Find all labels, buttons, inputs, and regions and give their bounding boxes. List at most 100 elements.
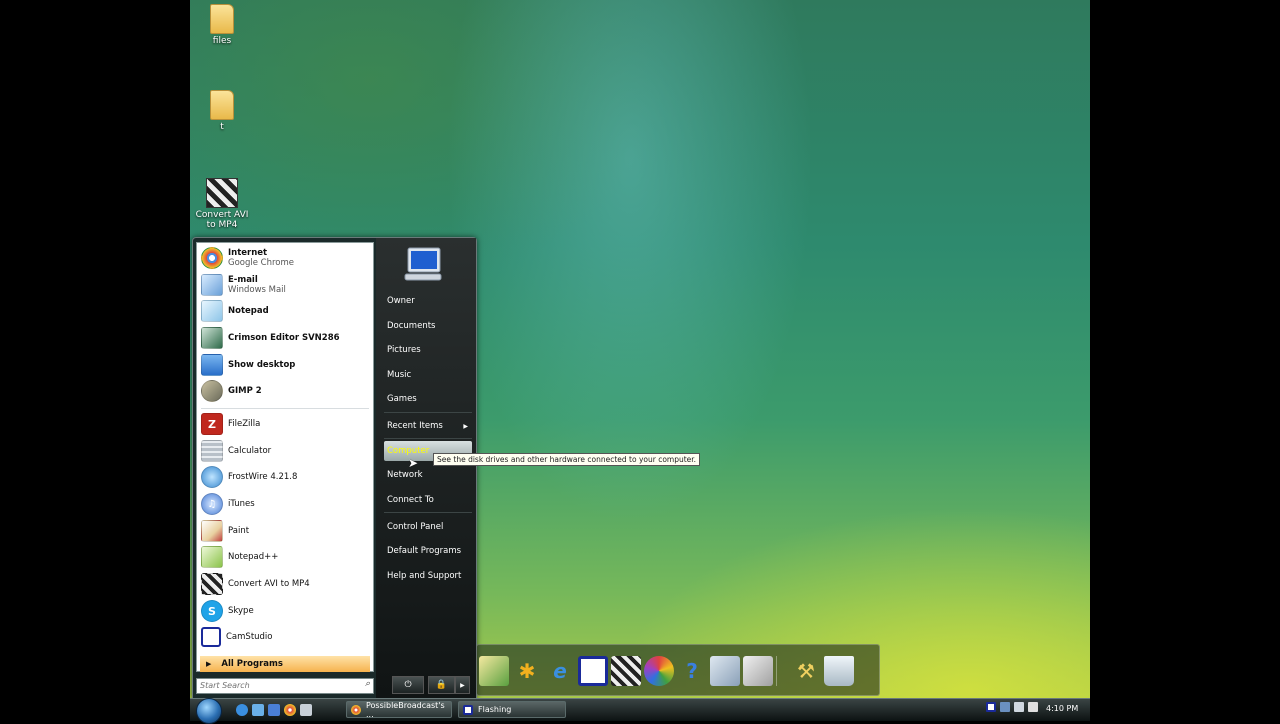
desktop-icon-label: files (212, 36, 232, 46)
chrome-icon (351, 704, 361, 715)
clapperboard-icon[interactable] (611, 656, 641, 686)
desktop-icon-label: t (220, 122, 224, 132)
recent-item-skype[interactable]: S Skype (201, 599, 371, 623)
triangle-right-icon: ▶ (206, 660, 212, 668)
ie-quicklaunch-icon[interactable] (236, 704, 248, 716)
start-orb-button[interactable] (196, 698, 222, 724)
task-label: Flashing (478, 705, 512, 714)
hammer-icon[interactable]: ⚒ (791, 656, 821, 686)
chrome-quicklaunch-icon[interactable] (284, 704, 296, 716)
places-item-music[interactable]: Music (384, 365, 472, 385)
frostwire-icon (201, 466, 223, 488)
places-item-network[interactable]: Network (384, 465, 472, 485)
pinwheel-icon[interactable] (644, 656, 674, 686)
places-item-connect-to[interactable]: Connect To (384, 490, 472, 510)
places-label: Music (387, 370, 412, 380)
places-item-help-support[interactable]: Help and Support (384, 566, 472, 586)
mail-icon (201, 274, 223, 296)
pinned-item-email[interactable]: E-mail Windows Mail (201, 273, 371, 297)
lock-button[interactable]: 🔒 (428, 676, 455, 694)
aim-runner-icon[interactable]: ✱ (512, 656, 542, 686)
places-item-documents[interactable]: Documents (384, 316, 472, 336)
item-sub: Windows Mail (228, 285, 286, 295)
start-search-box[interactable]: ⌕ (196, 678, 374, 694)
recent-item-notepadpp[interactable]: Notepad++ (201, 545, 371, 569)
taskbar-button-chrome[interactable]: PossibleBroadcast's ... (346, 700, 452, 719)
places-label: Network (387, 470, 423, 480)
places-label: Default Programs (387, 546, 462, 556)
item-name: Notepad (228, 306, 269, 316)
triangle-right-icon: ▶ (463, 422, 468, 430)
skype-icon: S (201, 600, 223, 622)
itunes-icon: ♫ (201, 493, 223, 515)
places-item-games[interactable]: Games (384, 389, 472, 409)
shutdown-options-button[interactable]: ▶ (454, 676, 470, 694)
desktop-icon-convert-avi[interactable]: Convert AVI to MP4 (192, 178, 252, 230)
letterbox-left (0, 0, 190, 720)
places-item-default-programs[interactable]: Default Programs (384, 541, 472, 561)
power-button[interactable]: ⏻ (392, 676, 425, 694)
recent-item-itunes[interactable]: ♫ iTunes (201, 492, 371, 516)
taskbar-button-flashing[interactable]: Flashing (458, 701, 566, 718)
recent-item-frostwire[interactable]: FrostWire 4.21.8 (201, 465, 371, 489)
camstudio-icon (201, 627, 221, 647)
places-item-recent-items[interactable]: Recent Items ▶ (384, 416, 472, 436)
all-programs-button[interactable]: ▶ All Programs (200, 656, 370, 672)
item-name: iTunes (228, 499, 255, 509)
help-icon[interactable]: ? (677, 656, 707, 686)
places-item-control-panel[interactable]: Control Panel (384, 517, 472, 537)
item-name: Internet (228, 248, 268, 258)
item-name: Crimson Editor SVN286 (228, 333, 340, 343)
notepad-icon (201, 300, 223, 322)
item-name: FrostWire 4.21.8 (228, 472, 298, 482)
volume-tray-icon[interactable] (1028, 702, 1038, 712)
item-name: E-mail (228, 275, 258, 285)
tools-icon[interactable] (743, 656, 773, 686)
pinned-item-notepad[interactable]: Notepad (201, 299, 371, 323)
recycle-quicklaunch-icon[interactable] (300, 704, 312, 716)
places-label: Pictures (387, 345, 421, 355)
pinned-item-show-desktop[interactable]: Show desktop (201, 353, 371, 377)
switch-windows-quicklaunch-icon[interactable] (268, 704, 280, 716)
pinned-item-gimp[interactable]: GIMP 2 (201, 379, 371, 403)
places-label: Computer (387, 446, 430, 456)
start-menu: Internet Google Chrome E-mail Windows Mail… (192, 237, 477, 699)
editor-icon (201, 327, 223, 349)
camstudio-tray-icon[interactable] (986, 702, 996, 712)
places-label: Recent Items (387, 421, 443, 431)
places-label: Documents (387, 321, 436, 331)
recent-item-paint[interactable]: Paint (201, 519, 371, 543)
places-label: Owner (387, 296, 415, 306)
show-desktop-quicklaunch-icon[interactable] (252, 704, 264, 716)
camstudio-icon (463, 704, 473, 715)
places-label: Help and Support (387, 571, 462, 581)
places-item-pictures[interactable]: Pictures (384, 340, 472, 360)
monitor-tray-icon[interactable] (1014, 702, 1024, 712)
recent-item-calculator[interactable]: Calculator (201, 439, 371, 463)
recent-item-filezilla[interactable]: Z FileZilla (201, 412, 371, 436)
desktop-icon (201, 354, 223, 376)
recent-item-convert-avi[interactable]: Convert AVI to MP4 (201, 572, 371, 596)
camstudio-icon[interactable] (578, 656, 608, 686)
recent-item-camstudio[interactable]: CamStudio (201, 625, 371, 649)
desktop-icon-files[interactable]: files (192, 4, 252, 46)
letterbox-right (1090, 0, 1280, 720)
internet-explorer-icon[interactable]: e (545, 656, 575, 686)
task-label: PossibleBroadcast's ... (366, 700, 445, 719)
pinned-item-internet[interactable]: Internet Google Chrome (201, 246, 371, 270)
places-separator (384, 412, 472, 413)
desktop-icon-t[interactable]: t (192, 90, 252, 132)
triangle-right-icon: ▶ (460, 681, 465, 689)
item-name: CamStudio (226, 632, 273, 642)
recycle-bin-icon[interactable] (824, 656, 854, 686)
explorer-icon[interactable] (710, 656, 740, 686)
item-name: Skype (228, 606, 254, 616)
network-tray-icon[interactable] (1000, 702, 1010, 712)
places-item-owner[interactable]: Owner (384, 291, 472, 311)
power-icon: ⏻ (404, 680, 412, 690)
notepad-pencil-icon[interactable] (479, 656, 509, 686)
item-name: Convert AVI to MP4 (228, 579, 310, 589)
pinned-item-crimson-editor[interactable]: Crimson Editor SVN286 (201, 326, 371, 350)
start-search-input[interactable] (197, 679, 350, 691)
taskbar-clock[interactable]: 4:10 PM (1046, 704, 1078, 713)
